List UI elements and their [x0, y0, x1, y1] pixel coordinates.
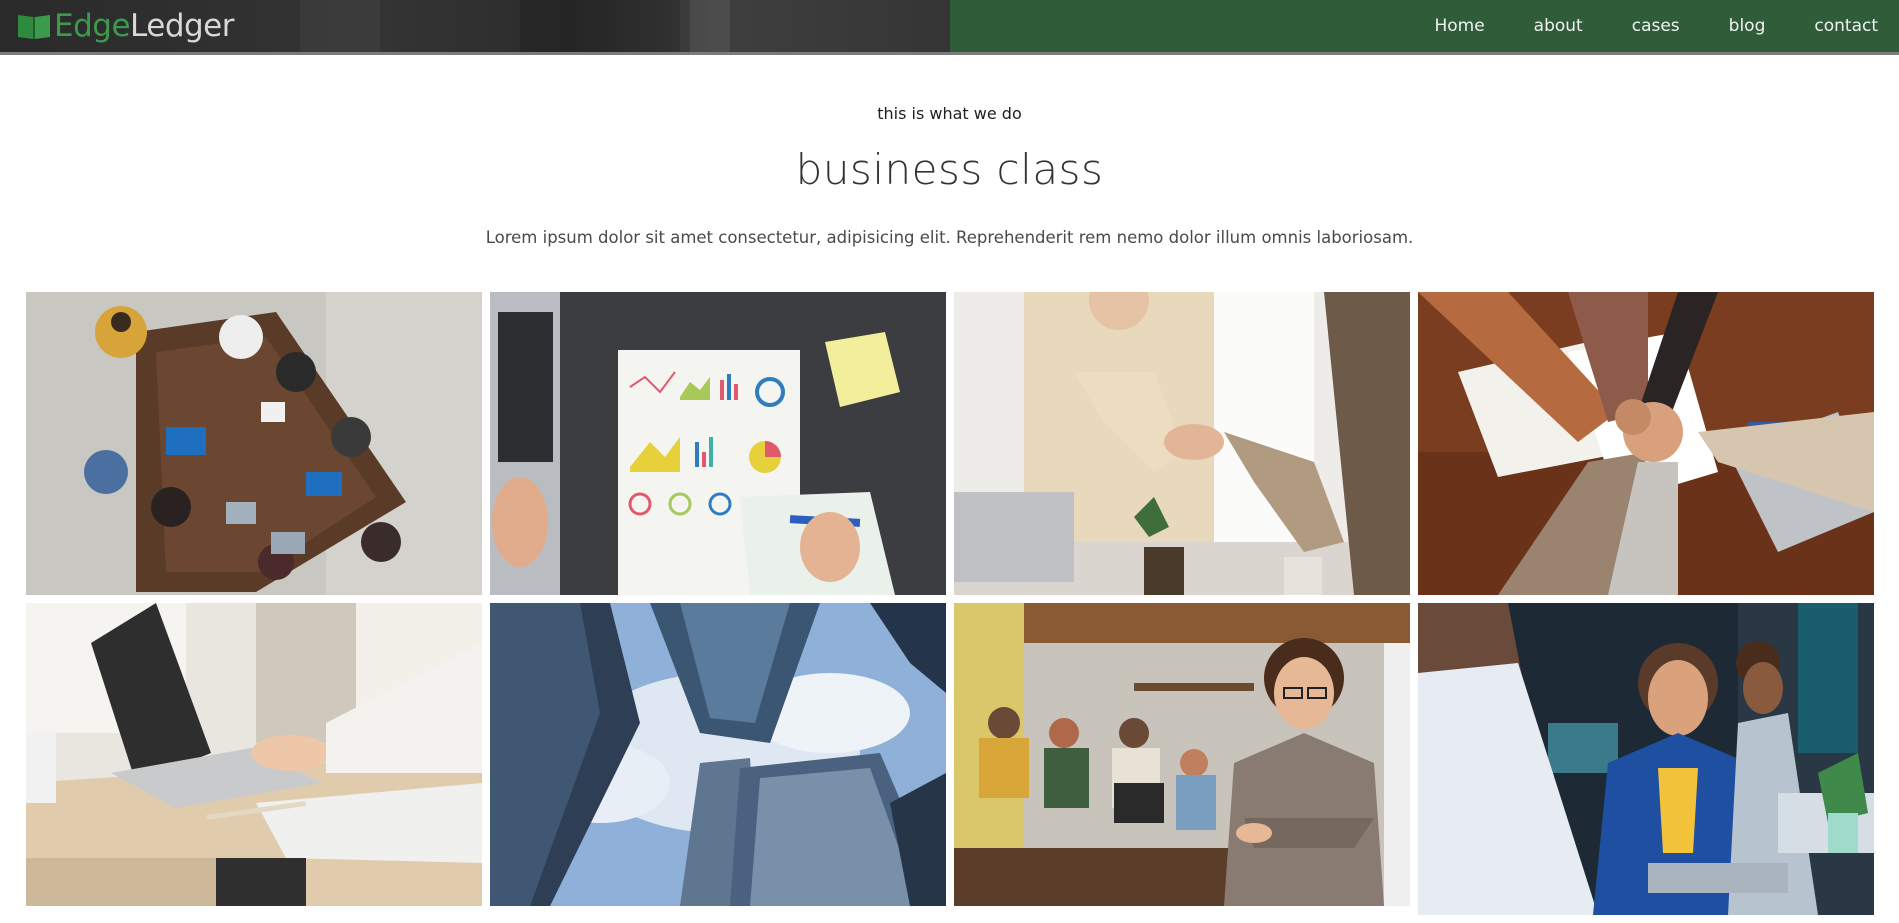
section-lead: Lorem ipsum dolor sit amet consectetur, …: [485, 228, 1414, 247]
coworkers-smiling-photo[interactable]: [1418, 603, 1874, 915]
nav-about[interactable]: about: [1534, 16, 1583, 36]
meeting-table-photo[interactable]: [26, 292, 482, 595]
nav-home[interactable]: Home: [1434, 16, 1484, 36]
site-logo[interactable]: EdgeLedger: [16, 9, 234, 43]
book-icon: [16, 12, 52, 40]
team-hands-photo[interactable]: [1418, 292, 1874, 595]
logo-text-ledger: Ledger: [130, 8, 234, 44]
nav-cases[interactable]: cases: [1632, 16, 1680, 36]
section-eyebrow: this is what we do: [877, 104, 1022, 123]
logo-text-edge: Edge: [54, 8, 131, 44]
main-nav: Home about cases blog contact: [1385, 0, 1878, 52]
laptop-typing-photo[interactable]: [26, 603, 482, 906]
handshake-photo[interactable]: [954, 292, 1410, 595]
skyscrapers-photo[interactable]: [490, 603, 946, 906]
charts-notebook-photo[interactable]: [490, 292, 946, 595]
nav-blog[interactable]: blog: [1729, 16, 1766, 36]
section-title: business class: [795, 145, 1104, 194]
site-header: EdgeLedger Home about cases blog contact: [0, 0, 1899, 55]
office-woman-photo[interactable]: [954, 603, 1410, 906]
nav-contact[interactable]: contact: [1814, 16, 1878, 36]
